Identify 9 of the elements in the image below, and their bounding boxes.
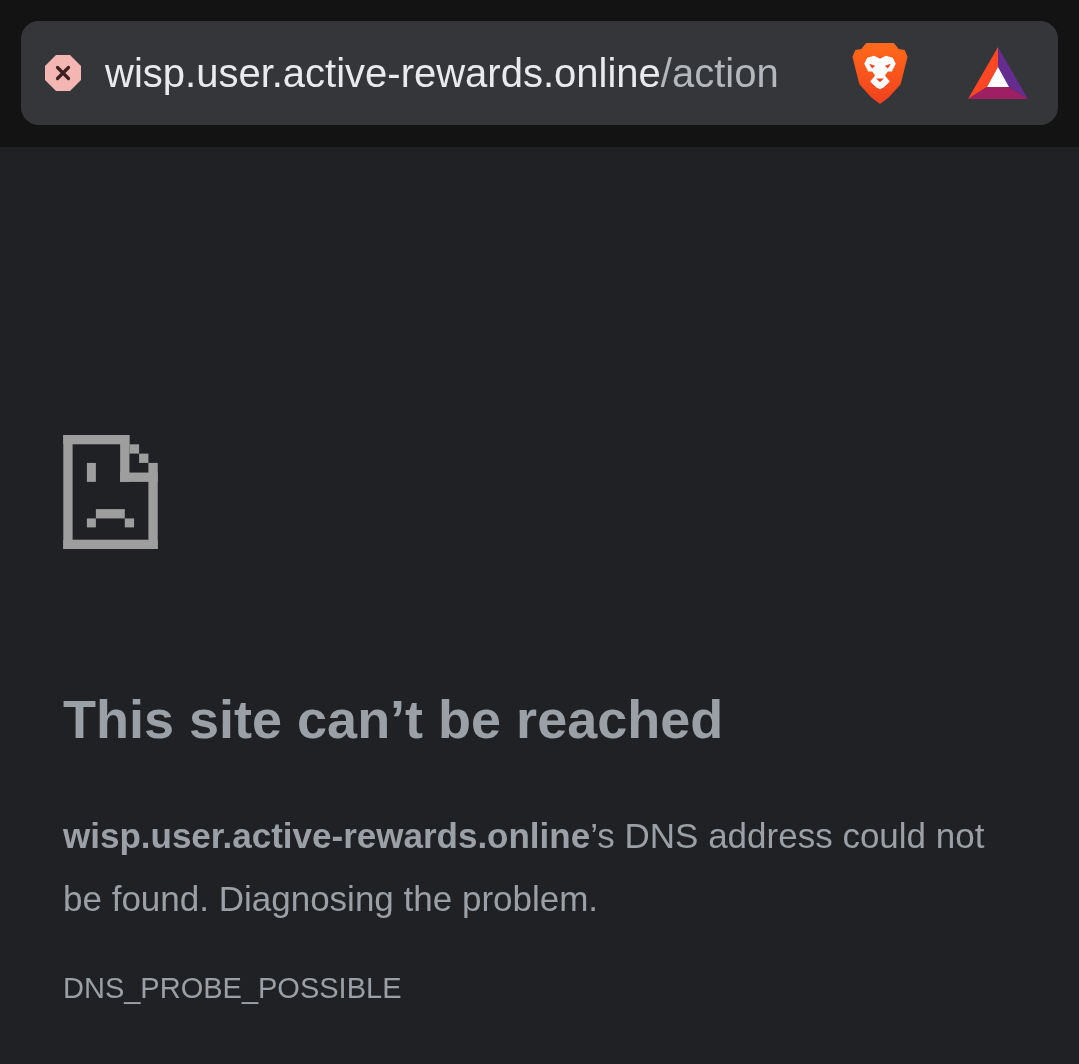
url-text: wisp.user.active-rewards.online/action <box>105 53 779 93</box>
address-bar[interactable]: wisp.user.active-rewards.online/action <box>21 21 1058 125</box>
sad-page-icon <box>63 435 158 549</box>
error-code: DNS_PROBE_POSSIBLE <box>63 971 402 1006</box>
error-title: This site can’t be reached <box>63 688 724 751</box>
lion-shield-icon[interactable] <box>852 41 908 105</box>
triangle-logo-icon[interactable] <box>968 47 1028 99</box>
error-message: wisp.user.active-rewards.online’s DNS address could not be found. Diagnosing the problem. <box>63 815 986 920</box>
site-error-icon[interactable] <box>45 55 81 91</box>
